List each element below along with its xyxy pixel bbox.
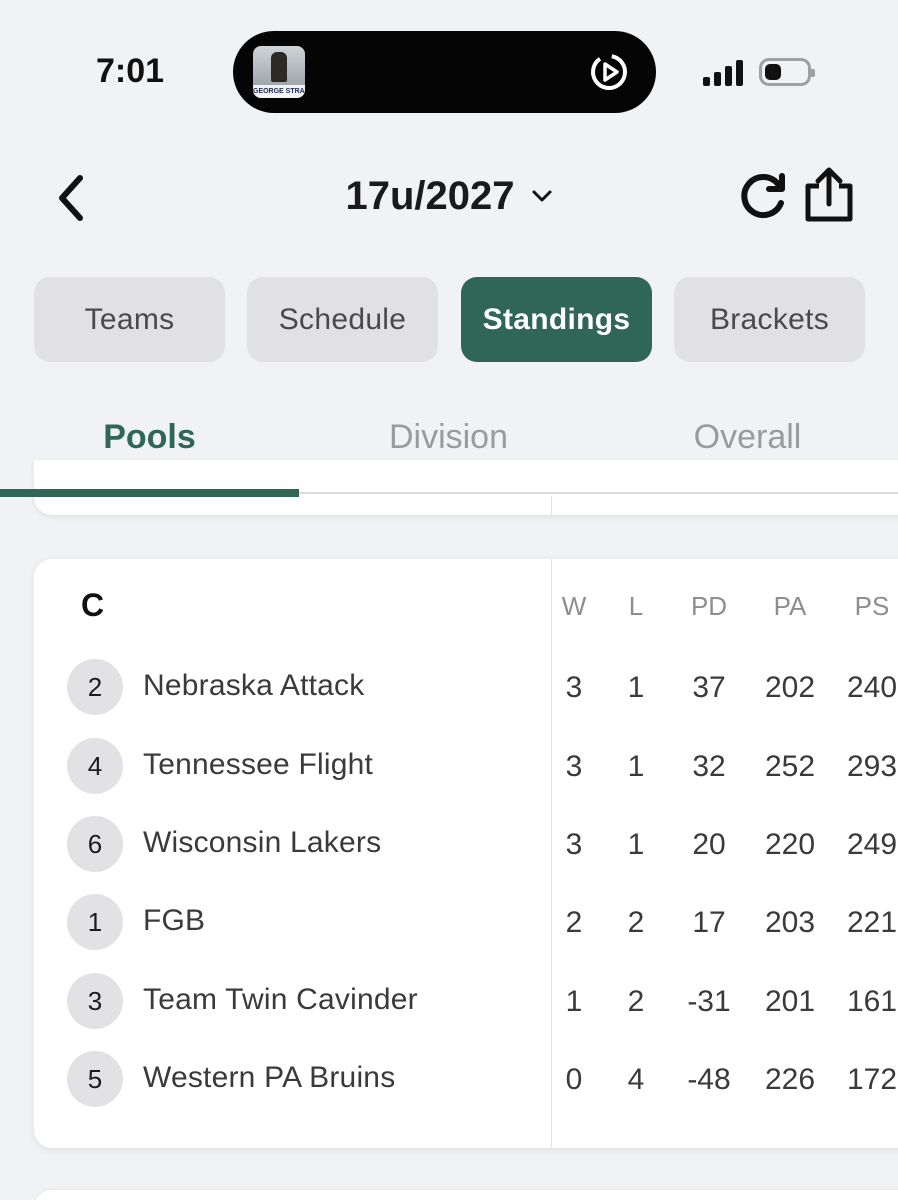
- losses: 1: [627, 750, 645, 783]
- points-scored: 249: [846, 828, 898, 861]
- point-differential: -48: [687, 1063, 731, 1096]
- table-row[interactable]: 1 FGB 2 2 17 203 221: [34, 892, 898, 952]
- column-header-pd: PD: [690, 591, 728, 621]
- status-time: 7:01: [96, 52, 165, 90]
- table-row[interactable]: 3 Team Twin Cavinder 1 2 -31 201 161: [34, 971, 898, 1031]
- table-row[interactable]: 5 Western PA Bruins 0 4 -48 226 172: [34, 1049, 898, 1109]
- now-playing-album-art: GEORGE STRAIT: [253, 46, 305, 98]
- table-row[interactable]: 6 Wisconsin Lakers 3 1 20 220 249: [34, 814, 898, 874]
- seed-badge: 5: [67, 1051, 123, 1107]
- team-name: Wisconsin Lakers: [143, 826, 382, 859]
- losses: 2: [627, 906, 645, 939]
- play-icon[interactable]: [589, 52, 629, 92]
- column-header-ps: PS: [854, 591, 890, 621]
- division-selector[interactable]: 17u/2027: [345, 170, 552, 222]
- losses: 2: [627, 985, 645, 1018]
- battery-icon: [759, 58, 815, 86]
- seed-badge: 4: [67, 738, 123, 794]
- points-scored: 293: [846, 750, 898, 783]
- points-against: 226: [764, 1063, 816, 1096]
- subtab-pools[interactable]: Pools: [0, 418, 299, 457]
- status-icons: [703, 58, 815, 86]
- signal-icon: [703, 60, 743, 86]
- losses: 1: [627, 828, 645, 861]
- seed-badge: 6: [67, 816, 123, 872]
- table-row[interactable]: 4 Tennessee Flight 3 1 32 252 293: [34, 736, 898, 796]
- points-scored: 161: [846, 985, 898, 1018]
- tab-standings[interactable]: Standings: [461, 277, 652, 362]
- seed-badge: 2: [67, 659, 123, 715]
- seed-badge: 3: [67, 973, 123, 1029]
- point-differential: 17: [692, 906, 726, 939]
- next-pool-card: [34, 1190, 898, 1200]
- seed-badge: 1: [67, 894, 123, 950]
- subtab-overall[interactable]: Overall: [598, 418, 897, 457]
- tab-teams[interactable]: Teams: [34, 277, 225, 362]
- team-name: Nebraska Attack: [143, 669, 365, 702]
- previous-pool-card: [34, 460, 898, 515]
- points-scored: 240: [846, 671, 898, 704]
- points-against: 203: [764, 906, 816, 939]
- subtab-active-indicator: [0, 489, 299, 497]
- dynamic-island[interactable]: GEORGE STRAIT: [233, 31, 656, 113]
- points-scored: 172: [846, 1063, 898, 1096]
- losses: 4: [627, 1063, 645, 1096]
- album-art-label: GEORGE STRAIT: [253, 85, 305, 98]
- team-name: Western PA Bruins: [143, 1061, 396, 1094]
- column-header-l: L: [628, 591, 644, 621]
- team-name: Team Twin Cavinder: [143, 983, 418, 1016]
- pool-name: C: [81, 587, 105, 623]
- pool-standings-card: C W L PD PA PS 2 Nebraska Attack 3 1 37 …: [34, 559, 898, 1148]
- column-header-w: W: [561, 591, 587, 621]
- point-differential: 37: [692, 671, 726, 704]
- points-against: 252: [764, 750, 816, 783]
- points-scored: 221: [846, 906, 898, 939]
- points-against: 201: [764, 985, 816, 1018]
- tab-schedule[interactable]: Schedule: [247, 277, 438, 362]
- point-differential: -31: [687, 985, 731, 1018]
- losses: 1: [627, 671, 645, 704]
- point-differential: 20: [692, 828, 726, 861]
- team-name: FGB: [143, 904, 206, 937]
- dropdown-chevron-icon: [532, 190, 552, 202]
- table-row[interactable]: 2 Nebraska Attack 3 1 37 202 240: [34, 657, 898, 717]
- team-name: Tennessee Flight: [143, 748, 374, 781]
- column-header-pa: PA: [773, 591, 807, 621]
- points-against: 202: [764, 671, 816, 704]
- refresh-icon[interactable]: [736, 170, 790, 224]
- share-icon[interactable]: [802, 166, 856, 224]
- points-against: 220: [764, 828, 816, 861]
- subtab-division[interactable]: Division: [299, 418, 598, 457]
- point-differential: 32: [692, 750, 726, 783]
- page-title: 17u/2027: [345, 173, 515, 218]
- tab-brackets[interactable]: Brackets: [674, 277, 865, 362]
